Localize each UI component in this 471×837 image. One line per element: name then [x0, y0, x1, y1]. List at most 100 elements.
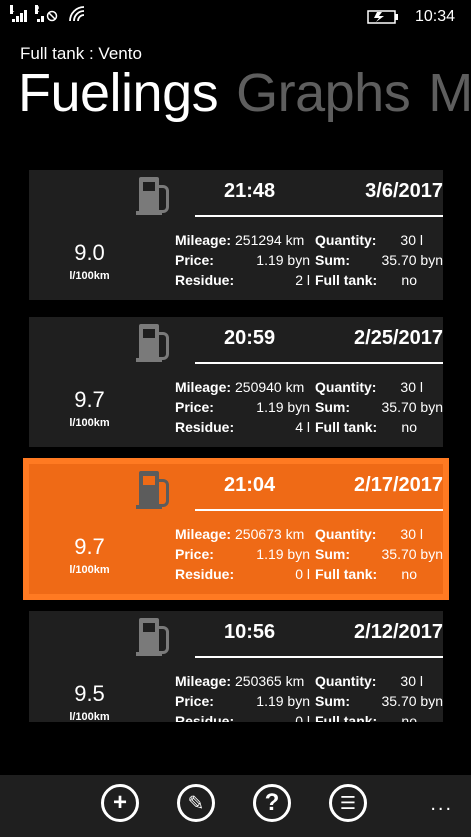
price-value: 1.19 byn	[256, 693, 310, 709]
residue-label: Residue:	[175, 419, 235, 435]
sum-label: Sum:	[315, 546, 350, 562]
sum-label: Sum:	[315, 399, 350, 415]
fueling-date: 2/25/2017	[354, 327, 443, 349]
fueling-date: 3/6/2017	[365, 180, 443, 202]
clock: 10:34	[414, 8, 455, 25]
divider	[195, 509, 443, 511]
consumption-unit: l/100km	[69, 270, 110, 282]
signal-sim2-icon: 2	[35, 5, 58, 22]
app-title: Full tank : Vento	[20, 44, 142, 63]
consumption-value: 9.5	[74, 681, 105, 706]
divider	[195, 656, 443, 658]
pivot-fuelings[interactable]: Fuelings	[18, 63, 219, 123]
fuel-pump-icon	[136, 618, 169, 656]
consumption-value: 9.7	[74, 534, 105, 559]
full-tank-label: Full tank:	[315, 419, 378, 435]
consumption-unit: l/100km	[69, 417, 110, 429]
fueling-card[interactable]: 21:04 2/17/2017 9.7 l/100km Mileage: 250…	[23, 458, 449, 600]
residue-label: Residue:	[175, 566, 235, 582]
help-button[interactable]: ?	[253, 784, 291, 822]
pivot-header: Fuelings Graphs M	[18, 62, 471, 124]
sum-value: 35.70 byn	[381, 693, 444, 709]
mileage-label: Mileage:	[175, 232, 232, 248]
consumption-unit: l/100km	[69, 711, 110, 722]
sum-label: Sum:	[315, 252, 350, 268]
app-bar: + ✎ ? ☰ ...	[0, 775, 471, 837]
consumption-value: 9.0	[74, 240, 105, 265]
quantity-value: 30 l	[400, 673, 423, 689]
residue-value: 0 l	[295, 713, 310, 722]
residue-value: 4 l	[295, 419, 310, 435]
price-label: Price:	[175, 399, 214, 415]
sim1-label: 1	[10, 5, 15, 14]
list-icon: ☰	[339, 792, 357, 813]
price-label: Price:	[175, 546, 214, 562]
quantity-label: Quantity:	[315, 673, 377, 689]
more-options-button[interactable]: ...	[430, 793, 453, 816]
mileage-label: Mileage:	[175, 526, 232, 542]
pivot-graphs[interactable]: Graphs	[236, 63, 411, 123]
residue-label: Residue:	[175, 272, 235, 288]
price-label: Price:	[175, 693, 214, 709]
full-tank-value: no	[401, 419, 417, 435]
fuel-pump-icon	[136, 324, 169, 362]
list-button[interactable]: ☰	[329, 784, 367, 822]
fuel-pump-icon	[136, 177, 169, 215]
mileage-label: Mileage:	[175, 673, 232, 689]
status-bar: 1 2 10:34	[0, 0, 471, 34]
fueling-card[interactable]: 20:59 2/25/2017 9.7 l/100km Mileage: 250…	[29, 317, 443, 447]
add-icon: +	[112, 789, 127, 816]
sum-value: 35.70 byn	[381, 399, 444, 415]
full-tank-label: Full tank:	[315, 713, 378, 722]
divider	[195, 362, 443, 364]
help-icon: ?	[264, 789, 280, 816]
price-value: 1.19 byn	[256, 546, 310, 562]
consumption-unit: l/100km	[69, 564, 110, 576]
fueling-date: 2/17/2017	[354, 474, 443, 496]
residue-value: 2 l	[295, 272, 310, 288]
quantity-value: 30 l	[400, 379, 423, 395]
sum-value: 35.70 byn	[381, 252, 444, 268]
price-value: 1.19 byn	[256, 399, 310, 415]
fuel-pump-icon	[136, 471, 169, 509]
full-tank-label: Full tank:	[315, 272, 378, 288]
sum-label: Sum:	[315, 693, 350, 709]
residue-value: 0 l	[295, 566, 310, 582]
fueling-card[interactable]: 10:56 2/12/2017 9.5 l/100km Mileage: 250…	[29, 611, 443, 722]
mileage-value: 251294 km	[235, 232, 305, 248]
quantity-value: 30 l	[400, 526, 423, 542]
signal-sim1-icon: 1	[10, 5, 27, 22]
sim2-label: 2	[35, 5, 40, 14]
full-tank-value: no	[401, 272, 417, 288]
fueling-time: 21:48	[224, 180, 276, 202]
sum-value: 35.70 byn	[381, 546, 444, 562]
edit-button[interactable]: ✎	[177, 784, 215, 822]
consumption-value: 9.7	[74, 387, 105, 412]
quantity-label: Quantity:	[315, 379, 377, 395]
divider	[195, 215, 443, 217]
add-button[interactable]: +	[101, 784, 139, 822]
fuelings-list[interactable]: 21:48 3/6/2017 9.0 l/100km Mileage: 2512…	[0, 170, 471, 722]
mileage-value: 250673 km	[235, 526, 305, 542]
full-tank-value: no	[401, 566, 417, 582]
quantity-label: Quantity:	[315, 232, 377, 248]
battery-charging-icon	[367, 10, 398, 24]
quantity-label: Quantity:	[315, 526, 377, 542]
residue-label: Residue:	[175, 713, 235, 722]
fueling-time: 20:59	[224, 327, 276, 349]
mileage-value: 250940 km	[235, 379, 305, 395]
full-tank-label: Full tank:	[315, 566, 378, 582]
quantity-value: 30 l	[400, 232, 423, 248]
pivot-more[interactable]: M	[428, 63, 471, 123]
fueling-card[interactable]: 21:48 3/6/2017 9.0 l/100km Mileage: 2512…	[29, 170, 443, 300]
fueling-time: 21:04	[224, 474, 276, 496]
fueling-time: 10:56	[224, 621, 276, 643]
wifi-icon	[69, 6, 85, 22]
price-label: Price:	[175, 252, 214, 268]
price-value: 1.19 byn	[256, 252, 310, 268]
mileage-value: 250365 km	[235, 673, 305, 689]
full-tank-value: no	[401, 713, 417, 722]
edit-icon: ✎	[187, 792, 205, 815]
mileage-label: Mileage:	[175, 379, 232, 395]
fueling-date: 2/12/2017	[354, 621, 443, 643]
